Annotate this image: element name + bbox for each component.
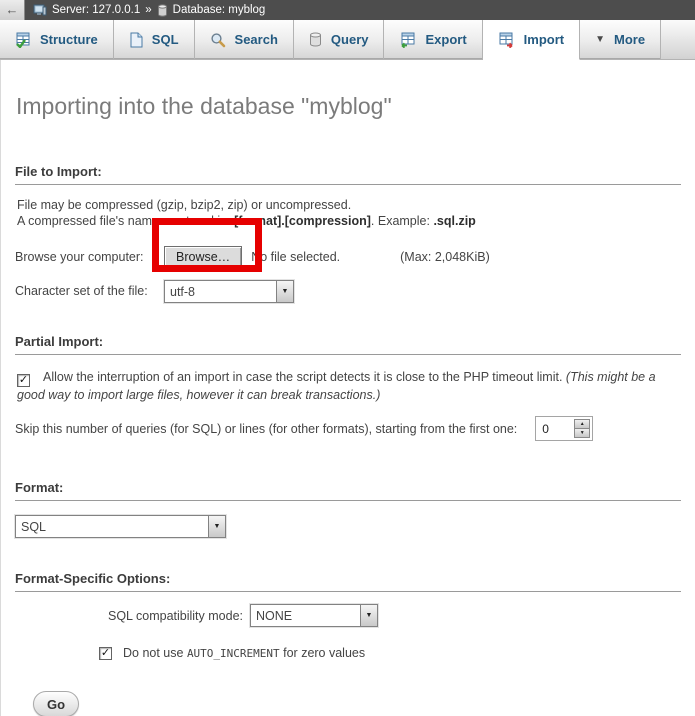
allow-interrupt-checkbox[interactable]: ✓ (17, 374, 30, 387)
browse-button[interactable]: Browse… (164, 246, 242, 268)
format-select[interactable]: SQL ▼ (15, 515, 226, 538)
compression-info-line: File may be compressed (gzip, bzip2, zip… (17, 198, 351, 212)
tab-structure[interactable]: Structure (0, 20, 114, 59)
charset-label: Character set of the file: (15, 284, 164, 298)
breadcrumb-database-link[interactable]: Database: myblog (173, 4, 266, 16)
breadcrumb: ← Server: 127.0.0.1 » Database: myblog (0, 0, 695, 20)
back-button[interactable]: ← (0, 0, 25, 20)
auto-increment-code: AUTO_INCREMENT (187, 647, 280, 660)
breadcrumb-server-link[interactable]: Server: 127.0.0.1 (52, 4, 140, 16)
naming-example: .sql.zip (433, 214, 475, 228)
dropdown-arrow-icon[interactable]: ▼ (276, 281, 293, 302)
allow-interrupt-label: Allow the interruption of an import in c… (43, 370, 566, 384)
tab-label: Export (425, 32, 466, 47)
file-import-description: File may be compressed (gzip, bzip2, zip… (17, 197, 681, 229)
skip-queries-label: Skip this number of queries (for SQL) or… (15, 422, 517, 436)
tab-label: Query (331, 32, 369, 47)
browse-label: Browse your computer: (15, 250, 164, 264)
auto-increment-row: ✓ Do not use AUTO_INCREMENT for zero val… (99, 646, 681, 660)
sql-compatibility-value: NONE (251, 605, 360, 626)
auto-increment-label: Do not use AUTO_INCREMENT for zero value… (123, 646, 365, 660)
database-icon (157, 4, 168, 17)
naming-info-pre: A compressed file's name must end in (17, 214, 231, 228)
max-upload-size: (Max: 2,048KiB) (400, 250, 490, 264)
chevron-down-icon: ▼ (595, 34, 605, 45)
main-content: Importing into the database "myblog" Fil… (0, 60, 695, 716)
tab-more[interactable]: ▼ More (580, 20, 661, 59)
tab-import[interactable]: Import (483, 20, 580, 60)
tab-label: Import (524, 32, 564, 47)
charset-select[interactable]: utf-8 ▼ (164, 280, 294, 303)
auto-increment-checkbox[interactable]: ✓ (99, 647, 112, 660)
sql-compatibility-select[interactable]: NONE ▼ (250, 604, 378, 627)
structure-icon (15, 32, 31, 48)
import-icon (498, 32, 515, 48)
skip-queries-value: 0 (538, 419, 574, 438)
section-heading-format-specific: Format-Specific Options: (15, 571, 681, 592)
go-button[interactable]: Go (33, 691, 79, 716)
naming-info-mid: . Example: (371, 214, 434, 228)
browse-row: Browse your computer: Browse… No file se… (15, 244, 681, 270)
sql-document-icon (129, 32, 143, 48)
auto-increment-label-post: for zero values (280, 646, 365, 660)
section-heading-partial-import: Partial Import: (15, 334, 681, 355)
file-status-text: No file selected. (251, 250, 340, 264)
breadcrumb-separator: » (145, 4, 151, 16)
query-database-icon (309, 32, 322, 47)
partial-import-option: ✓ Allow the interruption of an import in … (17, 369, 681, 404)
spinner-down-button[interactable]: ▼ (574, 429, 590, 438)
sql-compatibility-row: SQL compatibility mode: NONE ▼ (15, 604, 681, 627)
tab-sql[interactable]: SQL (114, 20, 195, 59)
export-icon (399, 32, 416, 48)
dropdown-arrow-icon[interactable]: ▼ (360, 605, 377, 626)
format-selected-value: SQL (16, 516, 208, 537)
number-spinner: ▲ ▼ (574, 419, 590, 438)
tab-label: SQL (152, 32, 179, 47)
tab-label: Search (235, 32, 278, 47)
tab-bar: Structure SQL Search (0, 20, 695, 60)
server-icon (33, 4, 47, 17)
charset-selected-value: utf-8 (165, 281, 276, 302)
tab-label: Structure (40, 32, 98, 47)
sql-compatibility-label: SQL compatibility mode: (15, 609, 243, 623)
phpmyadmin-import-page: ← Server: 127.0.0.1 » Database: myblog (0, 0, 695, 716)
tab-export[interactable]: Export (384, 20, 482, 59)
charset-row: Character set of the file: utf-8 ▼ (15, 279, 681, 303)
naming-pattern: .[format].[compression] (231, 214, 371, 228)
skip-queries-input[interactable]: 0 ▲ ▼ (535, 416, 593, 441)
page-title: Importing into the database "myblog" (16, 93, 681, 120)
auto-increment-label-pre: Do not use (123, 646, 187, 660)
tab-search[interactable]: Search (195, 20, 294, 59)
dropdown-arrow-icon[interactable]: ▼ (208, 516, 225, 537)
search-icon (210, 32, 226, 48)
tab-query[interactable]: Query (294, 20, 385, 59)
spinner-up-button[interactable]: ▲ (574, 419, 590, 429)
section-heading-file-to-import: File to Import: (15, 164, 681, 185)
section-heading-format: Format: (15, 480, 681, 501)
tab-label: More (614, 32, 645, 47)
back-arrow-icon: ← (6, 2, 19, 17)
skip-queries-row: Skip this number of queries (for SQL) or… (15, 416, 681, 441)
